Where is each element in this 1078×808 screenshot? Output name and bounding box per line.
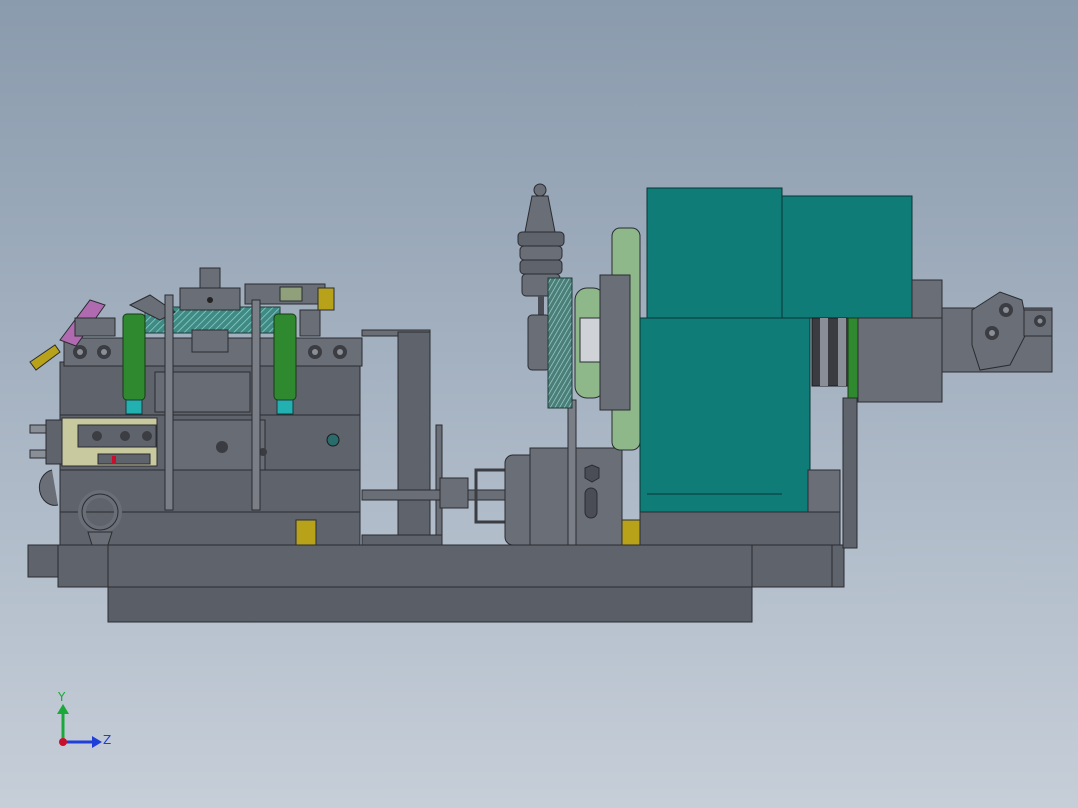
assembly-model[interactable]: Y Z	[0, 0, 1078, 808]
y-axis-label: Y	[57, 690, 66, 704]
spindle-motor	[504, 399, 623, 546]
machining-head	[574, 187, 1053, 549]
tool-holder	[517, 183, 573, 409]
origin-dot	[59, 738, 67, 746]
base-plate	[27, 544, 845, 623]
z-axis-label: Z	[103, 733, 111, 747]
cad-viewport[interactable]: Y Z	[0, 0, 1078, 808]
middle-support	[361, 329, 513, 546]
reference-triad[interactable]: Y Z	[57, 690, 111, 748]
